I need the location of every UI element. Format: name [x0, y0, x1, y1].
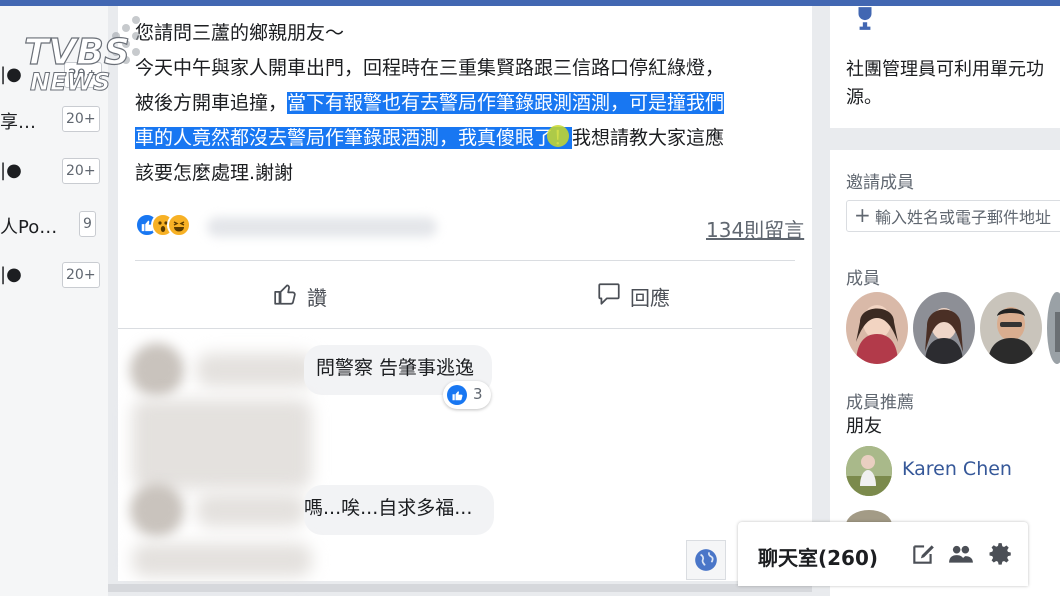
count-badge: 20+	[62, 262, 100, 288]
sidebar-item[interactable]: |● 20+	[0, 156, 108, 186]
svg-text:NEWS: NEWS	[30, 68, 110, 94]
right-column: 社團管理員可利用單元功源。 邀請成員 + 成員 成員推薦 朋友 Karen Ch…	[812, 6, 1060, 596]
avatar[interactable]	[913, 292, 975, 364]
like-label: 讚	[307, 286, 327, 310]
compose-icon[interactable]	[910, 541, 936, 567]
speech-bubble-icon	[598, 283, 620, 305]
new-group-icon[interactable]	[948, 541, 974, 567]
sidebar-item-label: |●	[0, 160, 22, 181]
count-badge: 20+	[62, 158, 100, 184]
suggested-member-name[interactable]: Karen Chen	[902, 458, 1012, 480]
post-text: 您請問三蘆的鄉親朋友～	[135, 22, 345, 44]
like-reaction-icon	[447, 385, 467, 405]
selected-text: 當下有報警也有去警局作筆錄跟測酒測，可是撞我們	[287, 92, 725, 114]
chat-bar[interactable]: 聊天室(260)	[738, 522, 1028, 586]
chat-title[interactable]: 聊天室(260)	[758, 542, 878, 571]
admin-tip-text: 社團管理員可利用單元功源。	[846, 59, 1044, 108]
comment-text: 嗎...唉...自求多福...	[304, 497, 473, 519]
trophy-icon	[858, 7, 872, 30]
blurred-commenter-name	[196, 353, 316, 387]
post-line: 該要怎麼處理.謝謝	[135, 156, 795, 191]
invite-members-title: 邀請成員	[846, 173, 914, 193]
plus-icon: +	[854, 203, 871, 227]
post-line: 被後方開車追撞，當下有報警也有去警局作筆錄跟測酒測，可是撞我們	[135, 86, 795, 121]
gear-icon[interactable]	[988, 541, 1014, 567]
avatar[interactable]	[130, 483, 184, 537]
sidebar-item[interactable]: 人Po… 9	[0, 209, 108, 239]
friends-label: 朋友	[846, 416, 882, 437]
thumbs-up-icon	[274, 284, 296, 305]
invite-input[interactable]	[873, 205, 1060, 229]
comment-label: 回應	[630, 286, 670, 310]
avatar[interactable]	[1047, 292, 1060, 364]
selected-text: 車的人竟然都沒去警局作筆錄跟酒測，我真傻眼了	[135, 127, 554, 149]
comment-text: 問警察 告肇事逃逸	[316, 357, 475, 379]
blurred-content	[132, 399, 312, 489]
post-text: 該要怎麼處理.謝謝	[135, 162, 294, 184]
count-badge: 9	[79, 211, 96, 237]
sidebar-item[interactable]: 享… 20+	[0, 104, 108, 134]
comments-count-link[interactable]: 134則留言	[706, 214, 804, 243]
comment-bubble: 嗎...唉...自求多福...	[304, 485, 494, 535]
comment-reaction-count[interactable]: 3	[443, 381, 491, 409]
like-count: 3	[473, 385, 483, 403]
post-line: 車的人竟然都沒去警局作筆錄跟酒測，我真傻眼了！我想請教大家這應	[135, 121, 795, 156]
sidebar-item-label: 享…	[0, 112, 36, 133]
avatar[interactable]	[980, 292, 1042, 364]
blurred-reactor-names	[207, 217, 437, 237]
globe-button[interactable]	[686, 540, 726, 580]
avatar[interactable]	[846, 446, 892, 496]
avatar[interactable]	[130, 343, 184, 397]
sidebar-item[interactable]: |● 20+	[0, 260, 108, 290]
svg-text:TVBS: TVBS	[24, 32, 130, 73]
admin-card: 社團管理員可利用單元功源。	[830, 6, 1060, 128]
sidebar-item-label: |●	[0, 64, 22, 85]
post-line: 今天中午與家人開車出門，回程時在三重集賢路跟三信路口停紅綠燈，	[135, 51, 795, 86]
count-badge: 20+	[62, 106, 100, 132]
post-line: 您請問三蘆的鄉親朋友～	[135, 16, 795, 51]
suggested-members-title: 成員推薦	[846, 393, 914, 413]
globe-icon	[695, 549, 717, 571]
divider	[135, 260, 795, 261]
blurred-content	[132, 543, 312, 577]
blurred-commenter-name	[196, 493, 306, 527]
post-text: 被後方開車追撞，	[135, 92, 288, 114]
sidebar-item-label: 人Po…	[0, 217, 58, 238]
left-sidebar: |● 20+ 享… 20+ |● 20+ 人Po… 9 |● 20+	[0, 6, 108, 596]
tvbs-news-logo: TVBS NEWS	[20, 14, 144, 97]
haha-reaction-icon	[167, 213, 191, 237]
post-body: 您請問三蘆的鄉親朋友～ 今天中午與家人開車出門，回程時在三重集賢路跟三信路口停紅…	[135, 16, 795, 191]
avatar[interactable]	[846, 292, 908, 364]
invite-field[interactable]: +	[846, 200, 1060, 232]
post-text: 今天中午與家人開車出門，回程時在三重集賢路跟三信路口停紅綠燈，	[135, 57, 725, 79]
members-title: 成員	[846, 269, 880, 289]
post-text: 我想請教大家這應	[572, 127, 725, 149]
cursor-highlight-dot	[547, 124, 570, 147]
sidebar-item-label: |●	[0, 264, 22, 285]
group-post: 您請問三蘆的鄉親朋友～ 今天中午與家人開車出門，回程時在三重集賢路跟三信路口停紅…	[118, 6, 812, 328]
